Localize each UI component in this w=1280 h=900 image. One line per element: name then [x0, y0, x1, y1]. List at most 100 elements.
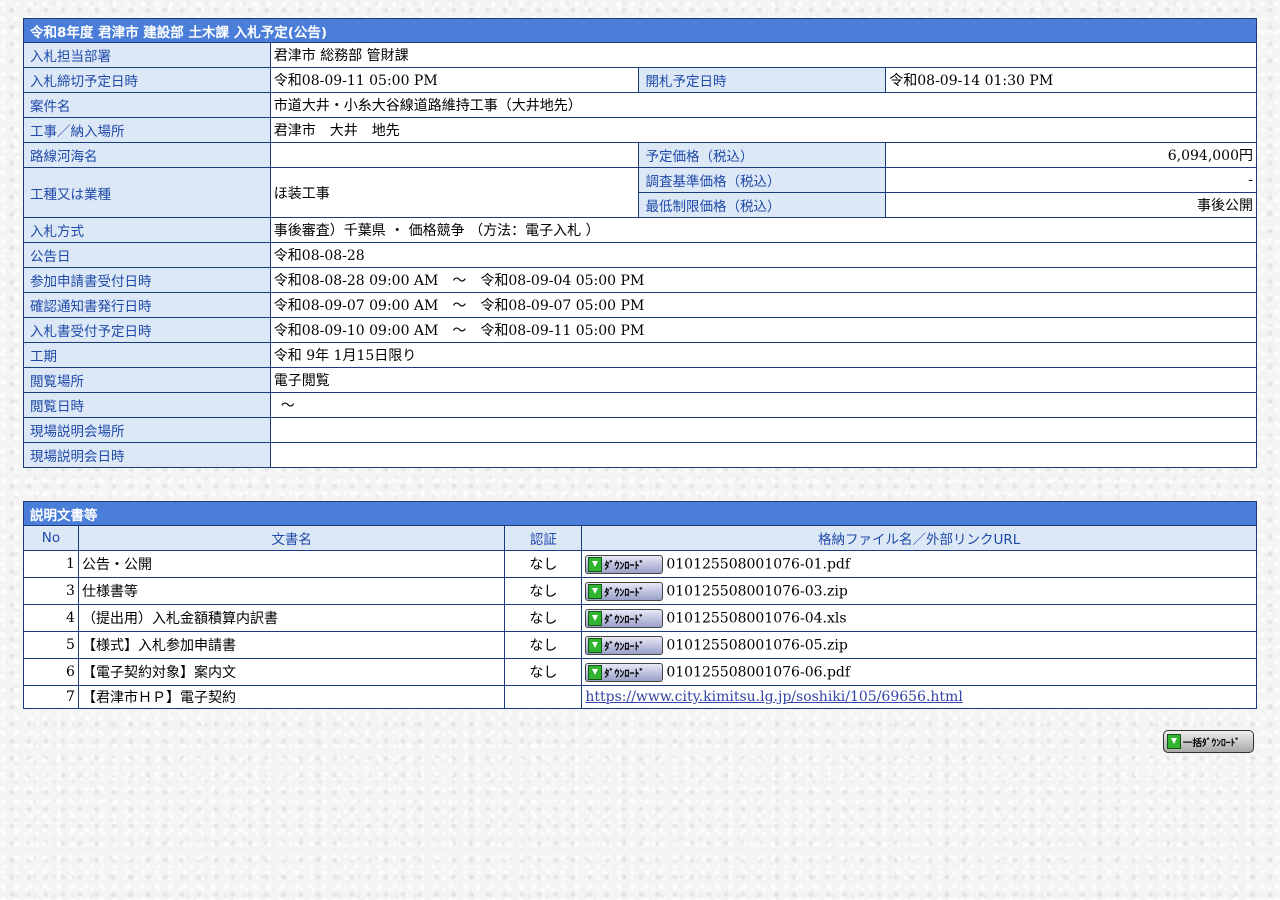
- dept-value: 君津市 総務部 管財課: [269, 42, 1258, 68]
- table-row: 1 公告・公開 なし ﾀﾞｳﾝﾛｰﾄﾞ 010125508001076-01.pd…: [23, 550, 1257, 578]
- download-button-label: ﾀﾞｳﾝﾛｰﾄﾞ: [604, 587, 645, 599]
- notice-table: 令和8年度 君津市 建設部 土木課 入札予定(公告) 入札担当部署 君津市 総務…: [23, 18, 1258, 468]
- work-type-value: ほ装工事: [269, 167, 640, 218]
- location-label: 工事／納入場所: [23, 117, 271, 143]
- download-button[interactable]: ﾀﾞｳﾝﾛｰﾄﾞ: [585, 554, 664, 574]
- download-button[interactable]: ﾀﾞｳﾝﾛｰﾄﾞ: [585, 581, 664, 601]
- work-type-label: 工種又は業種: [23, 167, 271, 218]
- download-icon: [588, 583, 603, 599]
- announce-date-value: 令和08-08-28: [269, 242, 1258, 268]
- doc-file-cell: ﾀﾞｳﾝﾛｰﾄﾞ 010125508001076-03.zip: [581, 577, 1257, 605]
- application-value: 令和08-08-28 09:00 AM ～ 令和08-09-04 05:00 P…: [269, 267, 1258, 293]
- survey-price-label: 調査基準価格（税込）: [638, 167, 887, 193]
- doc-file-cell: ﾀﾞｳﾝﾛｰﾄﾞ 010125508001076-04.xls: [581, 604, 1257, 632]
- location-value: 君津市 大井 地先: [269, 117, 1258, 143]
- doc-file-cell: ﾀﾞｳﾝﾛｰﾄﾞ 010125508001076-06.pdf: [581, 658, 1257, 686]
- table-row: 3 仕様書等 なし ﾀﾞｳﾝﾛｰﾄﾞ 010125508001076-03.zip: [23, 577, 1257, 605]
- application-label: 参加申請書受付日時: [23, 267, 271, 293]
- planned-price-label: 予定価格（税込）: [638, 142, 887, 168]
- briefing-place-value: [269, 417, 1258, 443]
- download-icon: [588, 664, 603, 680]
- confirm-value: 令和08-09-07 09:00 AM ～ 令和08-09-07 05:00 P…: [269, 292, 1258, 318]
- min-price-label: 最低制限価格（税込）: [638, 192, 887, 218]
- opening-value: 令和08-09-14 01:30 PM: [885, 67, 1257, 93]
- doc-cert: [504, 685, 583, 709]
- table-row: 4 （提出用）入札金額積算内訳書 なし ﾀﾞｳﾝﾛｰﾄﾞ 010125508001…: [23, 604, 1257, 632]
- col-header-name: 文書名: [77, 525, 506, 551]
- doc-no: 7: [23, 685, 79, 709]
- download-button-label: ﾀﾞｳﾝﾛｰﾄﾞ: [604, 641, 645, 653]
- external-link[interactable]: https://www.city.kimitsu.lg.jp/soshiki/1…: [585, 689, 962, 705]
- doc-name: 【様式】入札参加申請書: [77, 631, 506, 659]
- doc-file-name: 010125508001076-06.pdf: [666, 664, 851, 680]
- case-value: 市道大井・小糸大谷線道路維持工事（大井地先）: [269, 92, 1258, 118]
- dept-label: 入札担当部署: [23, 42, 271, 68]
- col-header-file: 格納ファイル名／外部リンクURL: [581, 525, 1257, 551]
- bulk-download-button[interactable]: 一括ﾀﾞｳﾝﾛｰﾄﾞ: [1163, 730, 1254, 753]
- notice-title: 令和8年度 君津市 建設部 土木課 入札予定(公告): [23, 18, 1257, 43]
- min-price-value: 事後公開: [885, 192, 1257, 218]
- doc-cert: なし: [504, 604, 583, 632]
- doc-name: （提出用）入札金額積算内訳書: [77, 604, 506, 632]
- doc-file-cell: https://www.city.kimitsu.lg.jp/soshiki/1…: [581, 685, 1257, 709]
- viewing-place-value: 電子閲覧: [269, 367, 1258, 393]
- case-label: 案件名: [23, 92, 271, 118]
- col-header-cert: 認証: [504, 525, 583, 551]
- doc-file-name: 010125508001076-05.zip: [666, 637, 848, 653]
- survey-price-value: -: [885, 167, 1257, 193]
- doc-file-name: 010125508001076-03.zip: [666, 583, 848, 599]
- method-value: 事後審査）千葉県 ・ 価格競争 （方法：電子入札 ）: [269, 217, 1258, 243]
- viewing-time-label: 閲覧日時: [23, 392, 271, 418]
- download-button[interactable]: ﾀﾞｳﾝﾛｰﾄﾞ: [585, 662, 664, 682]
- doc-name: 【君津市ＨＰ】電子契約: [77, 685, 506, 709]
- doc-no: 3: [23, 577, 79, 605]
- doc-cert: なし: [504, 550, 583, 578]
- viewing-time-value: ～: [269, 392, 1258, 418]
- deadline-value: 令和08-09-11 05:00 PM: [269, 67, 640, 93]
- announce-date-label: 公告日: [23, 242, 271, 268]
- doc-file-name: 010125508001076-01.pdf: [666, 556, 851, 572]
- period-label: 工期: [23, 342, 271, 368]
- documents-table: 説明文書等 No 文書名 認証 格納ファイル名／外部リンクURL 1 公告・公開…: [23, 501, 1257, 709]
- doc-cert: なし: [504, 658, 583, 686]
- viewing-place-label: 閲覧場所: [23, 367, 271, 393]
- download-icon: [1167, 734, 1181, 749]
- download-button-label: ﾀﾞｳﾝﾛｰﾄﾞ: [604, 560, 645, 572]
- method-label: 入札方式: [23, 217, 271, 243]
- download-button[interactable]: ﾀﾞｳﾝﾛｰﾄﾞ: [585, 635, 664, 655]
- doc-cert: なし: [504, 631, 583, 659]
- doc-cert: なし: [504, 577, 583, 605]
- doc-no: 5: [23, 631, 79, 659]
- briefing-time-label: 現場説明会日時: [23, 442, 271, 468]
- documents-title: 説明文書等: [23, 501, 1257, 526]
- doc-name: 公告・公開: [77, 550, 506, 578]
- route-label: 路線河海名: [23, 142, 271, 168]
- route-value: [269, 142, 640, 168]
- doc-name: 【電子契約対象】案内文: [77, 658, 506, 686]
- table-row: 7 【君津市ＨＰ】電子契約 https://www.city.kimitsu.l…: [23, 685, 1257, 709]
- opening-label: 開札予定日時: [638, 67, 887, 93]
- download-button-label: ﾀﾞｳﾝﾛｰﾄﾞ: [604, 668, 645, 680]
- deadline-label: 入札締切予定日時: [23, 67, 271, 93]
- col-header-no: No: [23, 525, 79, 551]
- briefing-place-label: 現場説明会場所: [23, 417, 271, 443]
- table-row: 6 【電子契約対象】案内文 なし ﾀﾞｳﾝﾛｰﾄﾞ 010125508001076…: [23, 658, 1257, 686]
- download-icon: [588, 610, 603, 626]
- doc-file-cell: ﾀﾞｳﾝﾛｰﾄﾞ 010125508001076-05.zip: [581, 631, 1257, 659]
- download-button[interactable]: ﾀﾞｳﾝﾛｰﾄﾞ: [585, 608, 664, 628]
- bid-receipt-label: 入札書受付予定日時: [23, 317, 271, 343]
- doc-no: 4: [23, 604, 79, 632]
- download-icon: [588, 556, 603, 572]
- period-value: 令和 9年 1月15日限り: [269, 342, 1258, 368]
- download-icon: [588, 637, 603, 653]
- doc-no: 6: [23, 658, 79, 686]
- table-row: 5 【様式】入札参加申請書 なし ﾀﾞｳﾝﾛｰﾄﾞ 010125508001076…: [23, 631, 1257, 659]
- confirm-label: 確認通知書発行日時: [23, 292, 271, 318]
- doc-file-name: 010125508001076-04.xls: [666, 610, 847, 626]
- planned-price-value: 6,094,000円: [885, 142, 1257, 168]
- download-button-label: ﾀﾞｳﾝﾛｰﾄﾞ: [604, 614, 645, 626]
- doc-name: 仕様書等: [77, 577, 506, 605]
- doc-no: 1: [23, 550, 79, 578]
- doc-file-cell: ﾀﾞｳﾝﾛｰﾄﾞ 010125508001076-01.pdf: [581, 550, 1257, 578]
- bid-receipt-value: 令和08-09-10 09:00 AM ～ 令和08-09-11 05:00 P…: [269, 317, 1258, 343]
